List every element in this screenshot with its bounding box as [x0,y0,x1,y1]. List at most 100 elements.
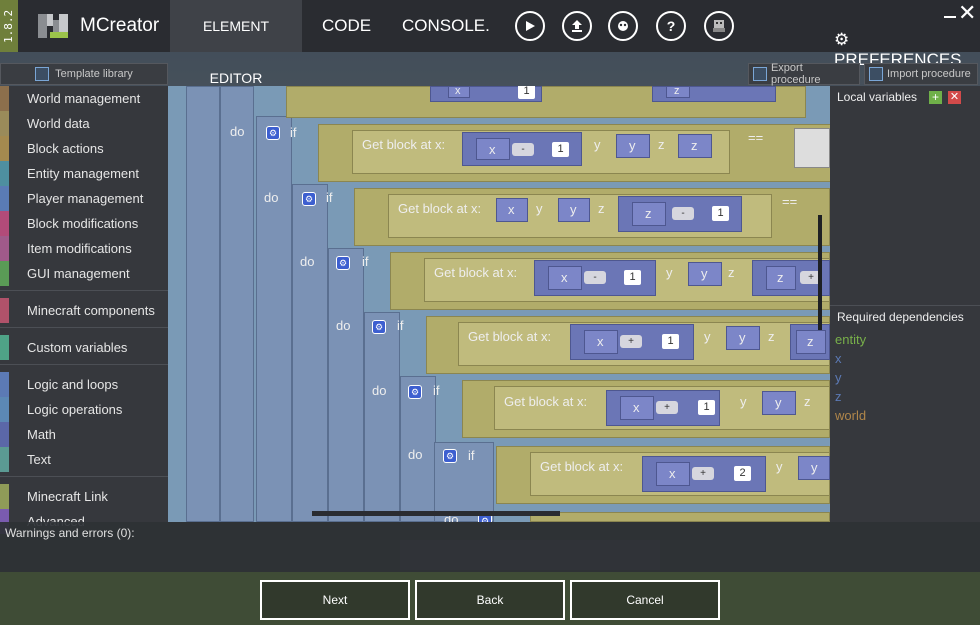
var-y[interactable]: y [726,326,760,350]
template-library-button[interactable]: Template library [0,63,168,85]
operator-dropdown[interactable]: - [584,271,606,284]
var-x[interactable]: x [476,138,510,160]
export-procedure-button[interactable]: Export procedure [748,62,860,86]
run-icon[interactable] [515,11,545,41]
gear-icon[interactable]: ⚙ [336,256,350,270]
cancel-button[interactable]: Cancel [570,580,720,620]
var-label: y [811,460,818,475]
if-block-column[interactable] [256,116,292,522]
palette-item-minecraft-link[interactable]: Minecraft Link [0,484,168,509]
get-block-label: Get block at x: [540,459,624,474]
palette-item-world-management[interactable]: World management [0,86,168,111]
if-block-column[interactable] [186,86,220,522]
var-y[interactable]: y [558,198,590,222]
gear-icon: ⚙ [834,30,850,49]
var-x[interactable]: x [620,396,654,420]
export-icon[interactable] [562,11,592,41]
palette-item-block-modifications[interactable]: Block modifications [0,211,168,236]
category-swatch [0,111,9,136]
var-label: x [561,270,568,285]
do-label: do [230,124,245,139]
if-block-column[interactable] [220,86,254,522]
operator-dropdown[interactable]: + [656,401,678,414]
palette-item-world-data[interactable]: World data [0,111,168,136]
bug-icon[interactable] [608,11,638,41]
if-block-column[interactable] [364,312,400,522]
do-label: do [372,383,387,398]
gear-icon[interactable]: ⚙ [408,385,422,399]
palette-divider [0,476,168,484]
mob-icon[interactable] [704,11,734,41]
if-label: if [290,125,297,140]
var-x[interactable]: x [656,462,690,486]
workspace-vertical-scrollbar[interactable] [818,215,822,330]
palette-item-item-modifications[interactable]: Item modifications [0,236,168,261]
var-z[interactable]: z [766,266,796,290]
number-field[interactable]: 1 [552,142,569,157]
tab-console[interactable]: CONSOLE. [392,0,500,52]
equals-label: == [748,130,764,145]
tab-element-editor[interactable]: ELEMENT EDITOR [170,0,302,86]
if-block-column[interactable] [328,248,364,522]
var-z[interactable]: z [796,330,826,354]
var-y[interactable]: y [616,134,650,158]
palette-item-label: Logic operations [27,402,123,417]
palette-item-label: Logic and loops [27,377,119,392]
block-item-icon[interactable] [794,128,830,168]
var-z[interactable]: z [666,86,690,98]
workspace-horizontal-scrollbar[interactable] [312,511,560,516]
var-z[interactable]: z [632,202,666,226]
minimize-icon[interactable] [944,4,956,18]
var-x[interactable]: x [548,266,582,290]
local-variables-title: Local variables [837,90,918,104]
remove-variable-icon[interactable]: ✕ [948,91,961,104]
palette-item-entity-management[interactable]: Entity management [0,161,168,186]
palette-item-label: Minecraft components [27,303,155,318]
number-field[interactable]: 2 [734,466,751,481]
back-button[interactable]: Back [415,580,565,620]
if-block-column[interactable] [292,184,328,522]
z-label: z [658,137,665,152]
var-y[interactable]: y [798,456,830,480]
compare-block-partial[interactable] [530,512,830,522]
operator-dropdown[interactable]: + [692,467,714,480]
equals-label: == [782,194,798,209]
number-field[interactable]: 1 [624,270,641,285]
palette-item-gui-management[interactable]: GUI management [0,261,168,286]
palette-item-text[interactable]: Text [0,447,168,472]
gear-icon[interactable]: ⚙ [443,449,457,463]
palette-item-player-management[interactable]: Player management [0,186,168,211]
palette-item-block-actions[interactable]: Block actions [0,136,168,161]
palette-item-custom-variables[interactable]: Custom variables [0,335,168,360]
var-y[interactable]: y [762,391,796,415]
number-field[interactable]: 1 [518,86,535,99]
palette-item-minecraft-components[interactable]: Minecraft components [0,298,168,323]
palette-item-logic-operations[interactable]: Logic operations [0,397,168,422]
number-field[interactable]: 1 [698,400,715,415]
operator-dropdown[interactable]: - [512,143,534,156]
blockly-workspace[interactable]: x 1 z do ⚙ if Get block at x: x - 1 y y … [168,86,830,522]
import-procedure-button[interactable]: Import procedure [864,63,978,85]
add-variable-icon[interactable]: + [929,91,942,104]
var-x[interactable]: x [448,86,470,98]
gear-icon[interactable]: ⚙ [266,126,280,140]
operator-dropdown[interactable]: + [620,335,642,348]
close-icon[interactable]: ✕ [958,2,976,24]
var-x[interactable]: x [496,198,528,222]
palette-item-math[interactable]: Math [0,422,168,447]
tab-code[interactable]: CODE [312,0,381,52]
if-label: if [433,383,440,398]
var-label: x [597,334,604,349]
palette-divider [0,364,168,372]
help-icon[interactable]: ? [656,11,686,41]
var-x[interactable]: x [584,330,618,354]
operator-dropdown[interactable]: - [672,207,694,220]
var-y[interactable]: y [688,262,722,286]
gear-icon[interactable]: ⚙ [302,192,316,206]
number-field[interactable]: 1 [662,334,679,349]
palette-item-logic-and-loops[interactable]: Logic and loops [0,372,168,397]
gear-icon[interactable]: ⚙ [372,320,386,334]
number-field[interactable]: 1 [712,206,729,221]
next-button[interactable]: Next [260,580,410,620]
var-z[interactable]: z [678,134,712,158]
